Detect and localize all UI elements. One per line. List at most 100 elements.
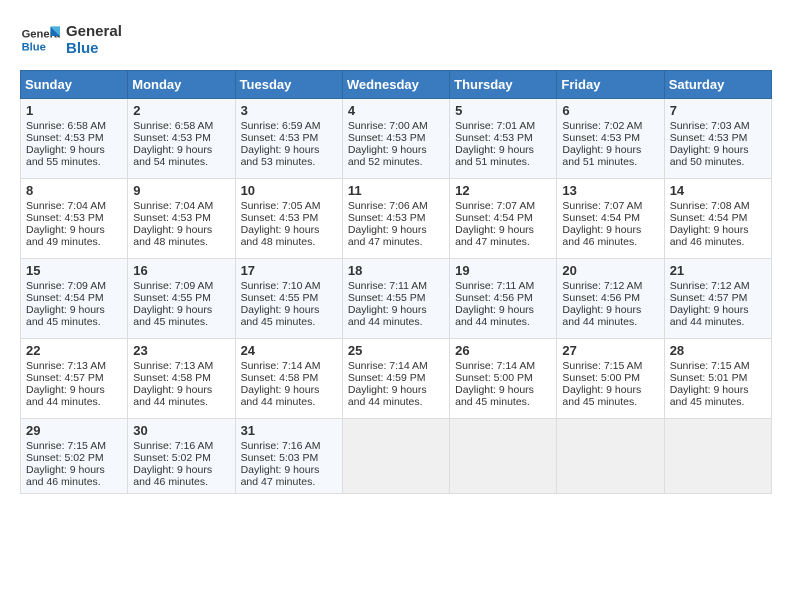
day-cell-26: 26Sunrise: 7:14 AMSunset: 5:00 PMDayligh…: [450, 339, 557, 419]
sunrise-label: Sunrise: 7:07 AM: [455, 200, 535, 212]
sunrise-label: Sunrise: 7:15 AM: [26, 440, 106, 452]
day-cell-6: 6Sunrise: 7:02 AMSunset: 4:53 PMDaylight…: [557, 99, 664, 179]
day-cell-7: 7Sunrise: 7:03 AMSunset: 4:53 PMDaylight…: [664, 99, 771, 179]
sunset-label: Sunset: 4:53 PM: [241, 132, 319, 144]
sunset-label: Sunset: 4:53 PM: [562, 132, 640, 144]
daylight-label: Daylight: 9 hours and 44 minutes.: [562, 304, 641, 328]
sunrise-label: Sunrise: 7:15 AM: [562, 360, 642, 372]
day-number: 25: [348, 343, 444, 358]
sunset-label: Sunset: 4:54 PM: [455, 212, 533, 224]
daylight-label: Daylight: 9 hours and 45 minutes.: [133, 304, 212, 328]
daylight-label: Daylight: 9 hours and 47 minutes.: [348, 224, 427, 248]
sunrise-label: Sunrise: 6:59 AM: [241, 120, 321, 132]
sunrise-label: Sunrise: 7:12 AM: [670, 280, 750, 292]
day-number: 1: [26, 103, 122, 118]
daylight-label: Daylight: 9 hours and 46 minutes.: [670, 224, 749, 248]
day-number: 19: [455, 263, 551, 278]
day-cell-10: 10Sunrise: 7:05 AMSunset: 4:53 PMDayligh…: [235, 179, 342, 259]
day-number: 9: [133, 183, 229, 198]
day-number: 10: [241, 183, 337, 198]
logo: General Blue General Blue: [20, 20, 122, 60]
sunset-label: Sunset: 4:53 PM: [348, 132, 426, 144]
daylight-label: Daylight: 9 hours and 51 minutes.: [562, 144, 641, 168]
daylight-label: Daylight: 9 hours and 44 minutes.: [348, 384, 427, 408]
sunset-label: Sunset: 5:00 PM: [455, 372, 533, 384]
sunrise-label: Sunrise: 7:10 AM: [241, 280, 321, 292]
day-cell-19: 19Sunrise: 7:11 AMSunset: 4:56 PMDayligh…: [450, 259, 557, 339]
sunset-label: Sunset: 4:59 PM: [348, 372, 426, 384]
day-cell-17: 17Sunrise: 7:10 AMSunset: 4:55 PMDayligh…: [235, 259, 342, 339]
day-cell-14: 14Sunrise: 7:08 AMSunset: 4:54 PMDayligh…: [664, 179, 771, 259]
day-number: 12: [455, 183, 551, 198]
day-cell-1: 1Sunrise: 6:58 AMSunset: 4:53 PMDaylight…: [21, 99, 128, 179]
calendar-week-5: 29Sunrise: 7:15 AMSunset: 5:02 PMDayligh…: [21, 419, 772, 494]
day-number: 8: [26, 183, 122, 198]
day-cell-18: 18Sunrise: 7:11 AMSunset: 4:55 PMDayligh…: [342, 259, 449, 339]
daylight-label: Daylight: 9 hours and 47 minutes.: [241, 464, 320, 488]
day-cell-27: 27Sunrise: 7:15 AMSunset: 5:00 PMDayligh…: [557, 339, 664, 419]
daylight-label: Daylight: 9 hours and 44 minutes.: [241, 384, 320, 408]
daylight-label: Daylight: 9 hours and 45 minutes.: [26, 304, 105, 328]
sunrise-label: Sunrise: 7:02 AM: [562, 120, 642, 132]
day-cell-31: 31Sunrise: 7:16 AMSunset: 5:03 PMDayligh…: [235, 419, 342, 494]
daylight-label: Daylight: 9 hours and 48 minutes.: [241, 224, 320, 248]
sunset-label: Sunset: 4:53 PM: [26, 212, 104, 224]
daylight-label: Daylight: 9 hours and 52 minutes.: [348, 144, 427, 168]
sunrise-label: Sunrise: 7:03 AM: [670, 120, 750, 132]
daylight-label: Daylight: 9 hours and 49 minutes.: [26, 224, 105, 248]
day-number: 5: [455, 103, 551, 118]
sunset-label: Sunset: 4:53 PM: [133, 212, 211, 224]
sunrise-label: Sunrise: 6:58 AM: [133, 120, 213, 132]
sunset-label: Sunset: 4:53 PM: [348, 212, 426, 224]
day-number: 11: [348, 183, 444, 198]
day-cell-4: 4Sunrise: 7:00 AMSunset: 4:53 PMDaylight…: [342, 99, 449, 179]
day-number: 23: [133, 343, 229, 358]
day-cell-28: 28Sunrise: 7:15 AMSunset: 5:01 PMDayligh…: [664, 339, 771, 419]
day-number: 7: [670, 103, 766, 118]
sunset-label: Sunset: 4:56 PM: [455, 292, 533, 304]
empty-cell: [342, 419, 449, 494]
sunset-label: Sunset: 4:58 PM: [133, 372, 211, 384]
calendar-week-4: 22Sunrise: 7:13 AMSunset: 4:57 PMDayligh…: [21, 339, 772, 419]
sunrise-label: Sunrise: 7:11 AM: [455, 280, 534, 292]
sunset-label: Sunset: 4:53 PM: [455, 132, 533, 144]
day-number: 21: [670, 263, 766, 278]
day-number: 24: [241, 343, 337, 358]
daylight-label: Daylight: 9 hours and 44 minutes.: [133, 384, 212, 408]
day-cell-25: 25Sunrise: 7:14 AMSunset: 4:59 PMDayligh…: [342, 339, 449, 419]
calendar-week-3: 15Sunrise: 7:09 AMSunset: 4:54 PMDayligh…: [21, 259, 772, 339]
calendar-header-row: SundayMondayTuesdayWednesdayThursdayFrid…: [21, 71, 772, 99]
sunrise-label: Sunrise: 7:07 AM: [562, 200, 642, 212]
sunset-label: Sunset: 4:53 PM: [241, 212, 319, 224]
day-number: 28: [670, 343, 766, 358]
sunrise-label: Sunrise: 7:09 AM: [133, 280, 213, 292]
sunrise-label: Sunrise: 7:14 AM: [241, 360, 321, 372]
logo-general: General: [66, 23, 122, 40]
daylight-label: Daylight: 9 hours and 44 minutes.: [670, 304, 749, 328]
empty-cell: [557, 419, 664, 494]
day-cell-12: 12Sunrise: 7:07 AMSunset: 4:54 PMDayligh…: [450, 179, 557, 259]
day-cell-24: 24Sunrise: 7:14 AMSunset: 4:58 PMDayligh…: [235, 339, 342, 419]
daylight-label: Daylight: 9 hours and 46 minutes.: [26, 464, 105, 488]
sunrise-label: Sunrise: 7:13 AM: [133, 360, 213, 372]
empty-cell: [664, 419, 771, 494]
sunrise-label: Sunrise: 7:12 AM: [562, 280, 642, 292]
day-number: 13: [562, 183, 658, 198]
day-number: 27: [562, 343, 658, 358]
column-header-thursday: Thursday: [450, 71, 557, 99]
sunrise-label: Sunrise: 7:16 AM: [241, 440, 321, 452]
daylight-label: Daylight: 9 hours and 44 minutes.: [26, 384, 105, 408]
daylight-label: Daylight: 9 hours and 45 minutes.: [670, 384, 749, 408]
sunset-label: Sunset: 5:02 PM: [26, 452, 104, 464]
day-number: 20: [562, 263, 658, 278]
logo-icon: General Blue: [20, 20, 60, 60]
sunset-label: Sunset: 4:55 PM: [241, 292, 319, 304]
sunrise-label: Sunrise: 7:15 AM: [670, 360, 750, 372]
daylight-label: Daylight: 9 hours and 48 minutes.: [133, 224, 212, 248]
day-number: 14: [670, 183, 766, 198]
day-number: 22: [26, 343, 122, 358]
column-header-sunday: Sunday: [21, 71, 128, 99]
day-cell-11: 11Sunrise: 7:06 AMSunset: 4:53 PMDayligh…: [342, 179, 449, 259]
calendar-week-1: 1Sunrise: 6:58 AMSunset: 4:53 PMDaylight…: [21, 99, 772, 179]
column-header-friday: Friday: [557, 71, 664, 99]
